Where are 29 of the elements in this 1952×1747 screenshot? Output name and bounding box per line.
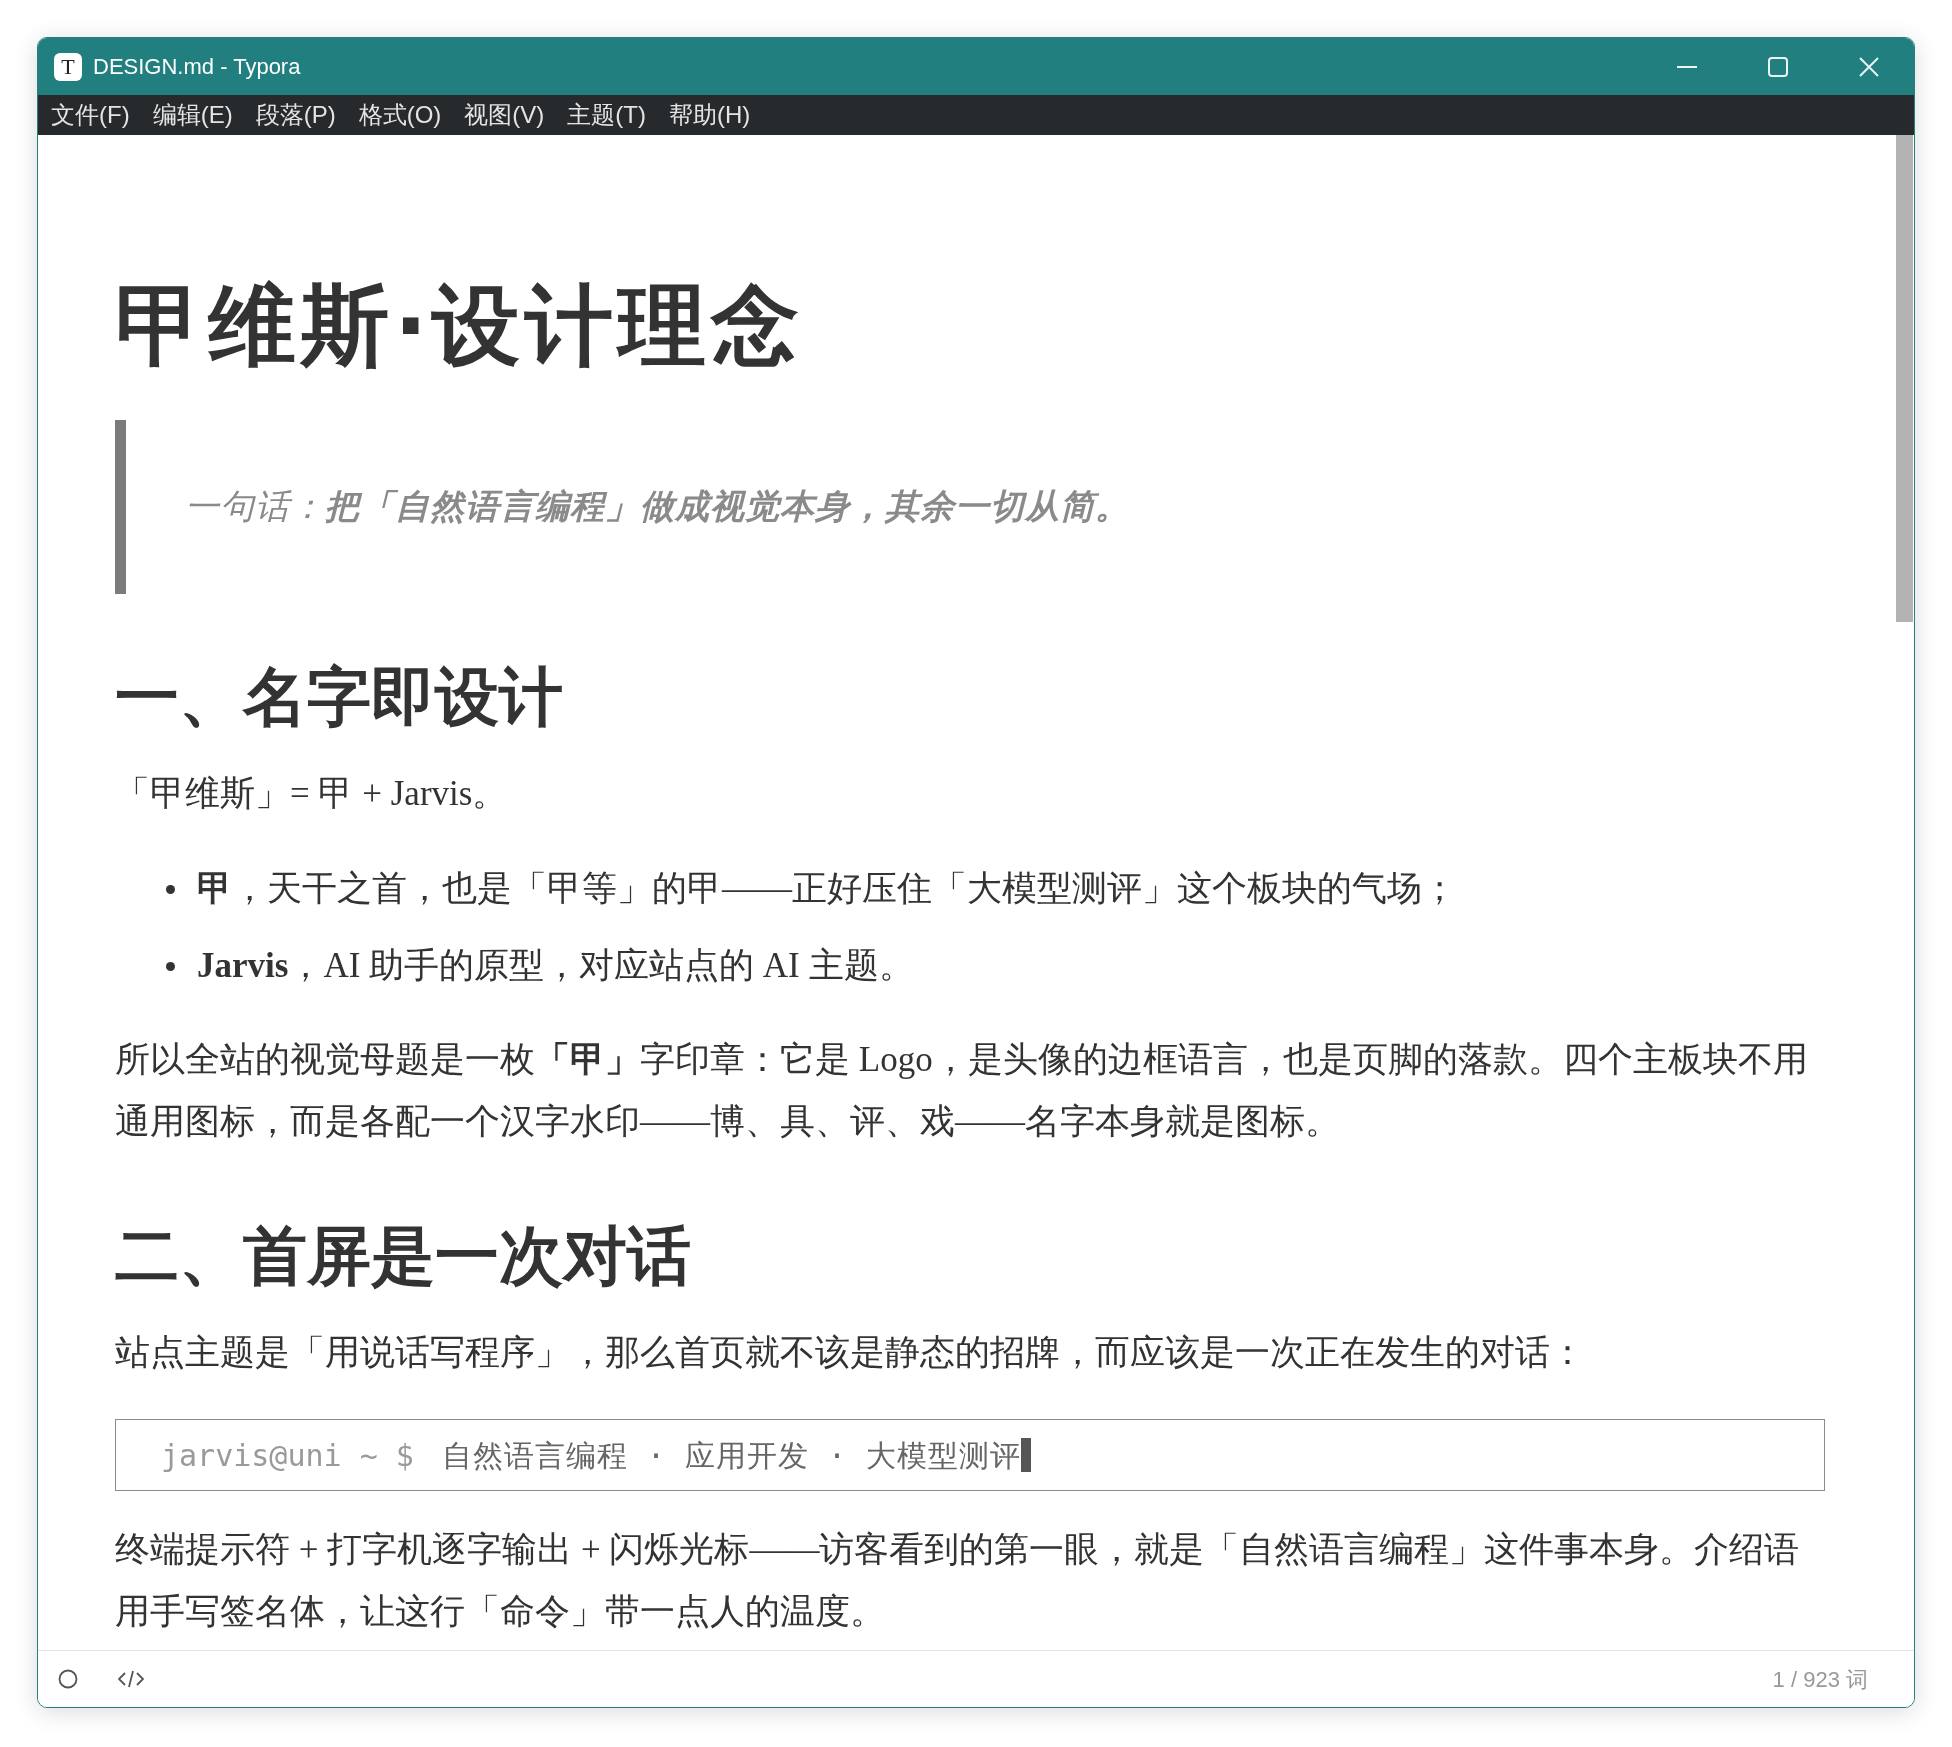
- list-item-text: Jarvis，AI 助手的原型，对应站点的 AI 主题。: [197, 945, 914, 987]
- window-title: DESIGN.md - Typora: [93, 53, 301, 81]
- menu-item[interactable]: 段落(P): [255, 99, 336, 131]
- menu-item[interactable]: 编辑(E): [152, 99, 233, 131]
- scrollbar-thumb[interactable]: [1896, 135, 1913, 622]
- app-logo: T: [54, 52, 82, 81]
- maximize-icon: [1767, 56, 1788, 77]
- section-heading: 一、名字即设计: [115, 659, 563, 736]
- paragraph: 终端提示符 + 打字机逐字输出 + 闪烁光标——访客看到的第一眼，就是「自然语言编程」这件事本身。介绍语用手写签名体，让这行「命令」带一点人的温度。: [115, 1529, 1801, 1633]
- menu-item[interactable]: 格式(O): [358, 99, 442, 131]
- document-title: 甲维斯·设计理念: [115, 273, 805, 379]
- bullet-icon: [166, 961, 175, 971]
- bullet-icon: [166, 884, 175, 894]
- menu-item[interactable]: 帮助(H): [668, 99, 751, 131]
- prompt-text: jarvis@uni ~ $: [161, 1436, 414, 1475]
- circle-icon[interactable]: [58, 1669, 78, 1689]
- close-icon: [1858, 56, 1879, 77]
- paragraph: 「甲维斯」= 甲 + Jarvis。: [115, 773, 509, 815]
- paragraph: 站点主题是「用说话写程序」，那么首页就不该是静态的招牌，而应该是一次正在发生的对话：: [115, 1332, 1586, 1374]
- quote-text: 一句话：把「自然语言编程」做成视觉本身，其余一切从简。: [185, 487, 1130, 527]
- menu-item[interactable]: 主题(T): [567, 99, 646, 131]
- command-text: 自然语言编程 · 应用开发 · 大模型测评: [441, 1436, 1022, 1475]
- code-icon[interactable]: [118, 1669, 144, 1689]
- section-heading: 二、首屏是一次对话: [115, 1218, 691, 1295]
- list-item-text: 甲，天干之首，也是「甲等」的甲——正好压住「大模型测评」这个板块的气场；: [197, 868, 1457, 910]
- menu-item[interactable]: 文件(F): [51, 99, 130, 131]
- minimize-icon: [1676, 65, 1697, 68]
- paragraph: 所以全站的视觉母题是一枚「甲」字印章：它是 Logo，是头像的边框语言，也是页脚的落款。四个主板块不用通用图标，而是各配一个汉字水印——博、具、评、戏——名字本身就是图标。: [115, 1039, 1809, 1143]
- menu-item[interactable]: 视图(V): [464, 99, 545, 131]
